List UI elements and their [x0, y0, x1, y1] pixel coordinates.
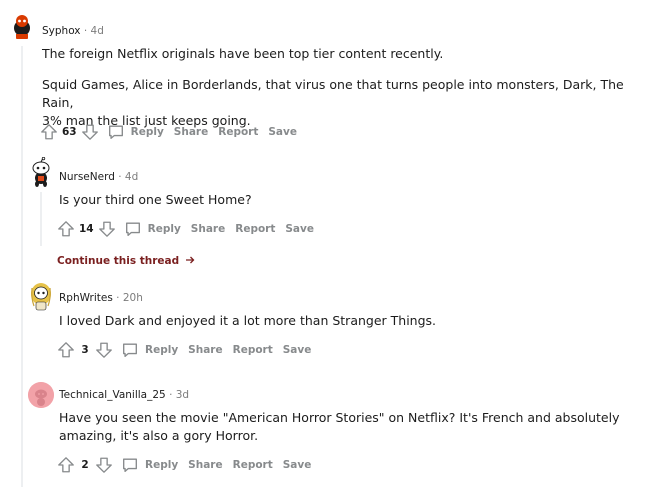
avatar[interactable]: [28, 157, 54, 189]
save-button[interactable]: Save: [268, 126, 297, 138]
speech-bubble-icon: [108, 125, 123, 139]
continue-thread-label: Continue this thread: [57, 255, 180, 267]
separator: ·: [116, 292, 120, 304]
upvote-arrow-icon[interactable]: [57, 220, 75, 238]
report-button[interactable]: Report: [218, 126, 258, 138]
reply-button[interactable]: Reply: [121, 341, 178, 359]
upvote-arrow-icon[interactable]: [57, 456, 75, 474]
comment-author[interactable]: NurseNerd: [59, 171, 115, 183]
avatar[interactable]: [8, 12, 36, 40]
arrow-right-icon: [185, 256, 195, 264]
continue-thread-link[interactable]: Continue this thread: [57, 255, 195, 267]
share-button[interactable]: Share: [191, 223, 225, 235]
comment-time[interactable]: 4d: [125, 171, 138, 183]
share-button[interactable]: Share: [174, 126, 208, 138]
upvote-arrow-icon[interactable]: [57, 341, 75, 359]
speech-bubble-icon: [125, 222, 140, 236]
separator: ·: [118, 171, 122, 183]
vote-score: 3: [81, 344, 89, 356]
vote-score: 14: [79, 223, 94, 235]
comment-body-paragraph: The foreign Netflix originals have been …: [42, 46, 444, 61]
thread-line-main[interactable]: [21, 46, 23, 487]
downvote-arrow-icon[interactable]: [95, 341, 113, 359]
downvote-arrow-icon[interactable]: [95, 456, 113, 474]
reply-label: Reply: [147, 223, 181, 235]
reply-label: Reply: [145, 344, 179, 356]
speech-bubble-icon: [123, 343, 137, 357]
snoo-avatar-icon: [31, 283, 51, 311]
separator: ·: [83, 25, 88, 37]
snoo-avatar-icon: [32, 157, 50, 187]
comment-author[interactable]: RphWrites: [59, 292, 113, 304]
separator: ·: [169, 389, 173, 401]
speech-bubble-icon: [123, 458, 137, 472]
comment-body-paragraph: Is your third one Sweet Home?: [59, 192, 252, 207]
report-button[interactable]: Report: [235, 223, 275, 235]
save-button[interactable]: Save: [283, 459, 312, 471]
avatar[interactable]: [28, 382, 54, 408]
share-button[interactable]: Share: [188, 459, 222, 471]
comment-actions: 14 Reply Share Report Save: [57, 219, 314, 239]
report-button[interactable]: Report: [233, 344, 273, 356]
reply-label: Reply: [145, 459, 179, 471]
comment-actions: 2 Reply Share Report Save: [57, 455, 311, 475]
save-button[interactable]: Save: [285, 223, 314, 235]
comment-time[interactable]: 3d: [176, 389, 189, 401]
save-button[interactable]: Save: [283, 344, 312, 356]
reply-button[interactable]: Reply: [124, 220, 181, 238]
comment-time[interactable]: 4d: [91, 25, 104, 37]
reply-button[interactable]: Reply: [121, 456, 178, 474]
avatar[interactable]: [28, 280, 54, 312]
comment-actions: 63 Reply Share Report Save: [40, 122, 297, 142]
reply-button[interactable]: Reply: [107, 123, 164, 141]
comment-body-paragraph: Squid Games, Alice in Borderlands, that …: [42, 77, 624, 110]
snoo-avatar-icon: [28, 382, 54, 408]
vote-score: 2: [81, 459, 89, 471]
comment-body-paragraph: I loved Dark and enjoyed it a lot more t…: [59, 313, 437, 328]
report-button[interactable]: Report: [233, 459, 273, 471]
vote-score: 63: [62, 126, 77, 138]
upvote-arrow-icon[interactable]: [40, 123, 58, 141]
downvote-arrow-icon[interactable]: [98, 220, 116, 238]
reply-label: Reply: [130, 126, 164, 138]
comment-body-paragraph: amazing, it's also a gory Horror.: [59, 428, 259, 443]
comment-body-paragraph: Have you seen the movie "American Horror…: [59, 410, 620, 425]
downvote-arrow-icon[interactable]: [81, 123, 99, 141]
comment-actions: 3 Reply Share Report Save: [57, 340, 311, 360]
snoo-avatar-icon: [14, 15, 30, 39]
comment-time[interactable]: 20h: [123, 292, 143, 304]
comment-author[interactable]: Technical_Vanilla_25: [59, 389, 166, 401]
share-button[interactable]: Share: [188, 344, 222, 356]
comment-author[interactable]: Syphox: [42, 25, 81, 37]
thread-line-nested[interactable]: [40, 192, 42, 246]
